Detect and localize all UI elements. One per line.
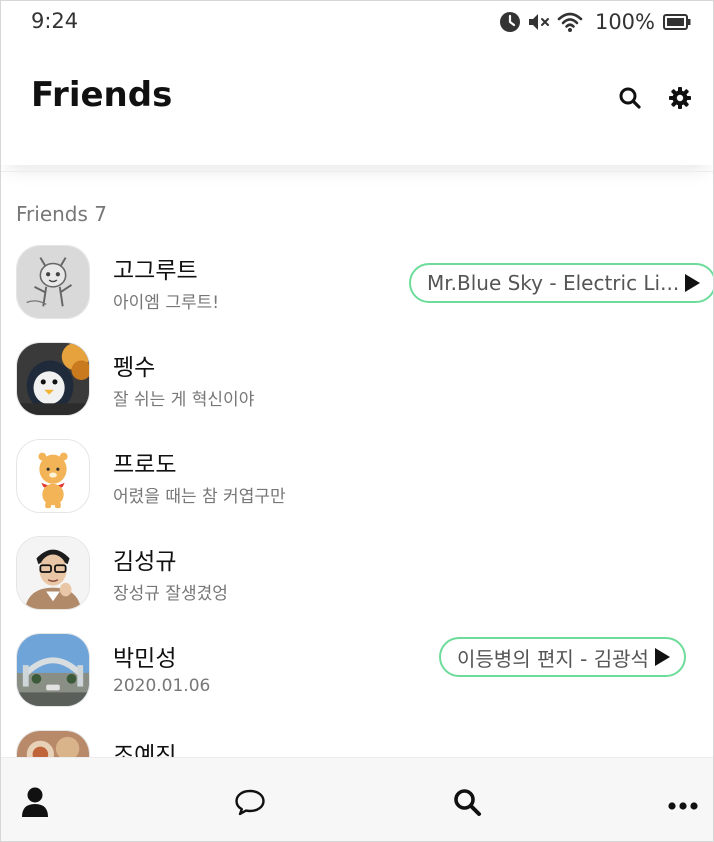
play-icon [654, 648, 670, 666]
bottom-nav [1, 757, 713, 841]
status-time: 9:24 [31, 9, 79, 33]
battery-percent: 100% [594, 10, 655, 34]
mute-icon [527, 11, 551, 33]
friend-name: 펭수 [113, 355, 156, 381]
avatar-frodo [16, 439, 90, 513]
friend-name: 고그루트 [113, 258, 198, 284]
friends-count-label: Friends 7 [16, 202, 108, 226]
friend-status-message: 2020.01.06 [113, 676, 211, 696]
music-title: 이등병의 편지 - 김광석 [457, 646, 649, 671]
play-icon [685, 274, 701, 292]
nav-more-tab[interactable] [663, 786, 703, 822]
chat-bubble-icon [234, 788, 266, 820]
search-icon [618, 86, 642, 114]
friend-name: 프로도 [113, 452, 177, 478]
nav-search-tab[interactable] [447, 786, 487, 822]
more-icon [668, 795, 698, 814]
wifi-icon [557, 11, 583, 33]
header-search-button[interactable] [615, 85, 645, 115]
gear-icon [668, 86, 692, 114]
friend-row[interactable]: 펭수 잘 쉬는 게 혁신이야 [1, 330, 713, 427]
app-screen: 9:24 100% Friends Friends 7 고그루트 아이엠 그루트… [0, 0, 714, 842]
alarm-icon [499, 11, 521, 33]
app-header: Friends [1, 43, 713, 165]
status-bar: 9:24 100% [1, 1, 713, 43]
nav-friends-tab[interactable] [15, 786, 55, 822]
nav-chats-tab[interactable] [230, 786, 270, 822]
person-icon [21, 786, 49, 822]
music-title: Mr.Blue Sky - Electric Li... [427, 271, 680, 295]
avatar-groot [16, 245, 90, 319]
search-icon [452, 787, 482, 821]
friend-status-message: 장성규 잘생겼엉 [113, 584, 228, 604]
friend-row[interactable]: 조예진 [1, 718, 713, 757]
friend-name: 조예진 [113, 743, 177, 757]
friend-row[interactable]: 고그루트 아이엠 그루트! Mr.Blue Sky - Electric Li.… [1, 233, 713, 330]
friend-row[interactable]: 프로도 어렸을 때는 참 커엽구만 [1, 427, 713, 524]
friend-status-message: 어렸을 때는 참 커엽구만 [113, 487, 286, 507]
friend-status-message: 잘 쉬는 게 혁신이야 [113, 390, 255, 410]
avatar-man-portrait [16, 536, 90, 610]
avatar-food-photo [16, 730, 90, 757]
avatar-penguin [16, 342, 90, 416]
status-icons: 100% [499, 9, 691, 35]
battery-icon [663, 14, 691, 30]
header-settings-button[interactable] [665, 85, 695, 115]
header-divider [1, 171, 713, 172]
music-pill[interactable]: 이등병의 편지 - 김광석 [439, 637, 686, 677]
friend-name: 김성규 [113, 549, 177, 575]
music-pill[interactable]: Mr.Blue Sky - Electric Li... [409, 263, 713, 303]
friend-status-message: 아이엠 그루트! [113, 293, 220, 313]
avatar-gate-photo [16, 633, 90, 707]
friend-row[interactable]: 박민성 2020.01.06 이등병의 편지 - 김광석 [1, 621, 713, 718]
friend-row[interactable]: 김성규 장성규 잘생겼엉 [1, 524, 713, 621]
friend-name: 박민성 [113, 646, 177, 672]
friend-list: 고그루트 아이엠 그루트! Mr.Blue Sky - Electric Li.… [1, 233, 713, 757]
page-title: Friends [31, 75, 173, 115]
